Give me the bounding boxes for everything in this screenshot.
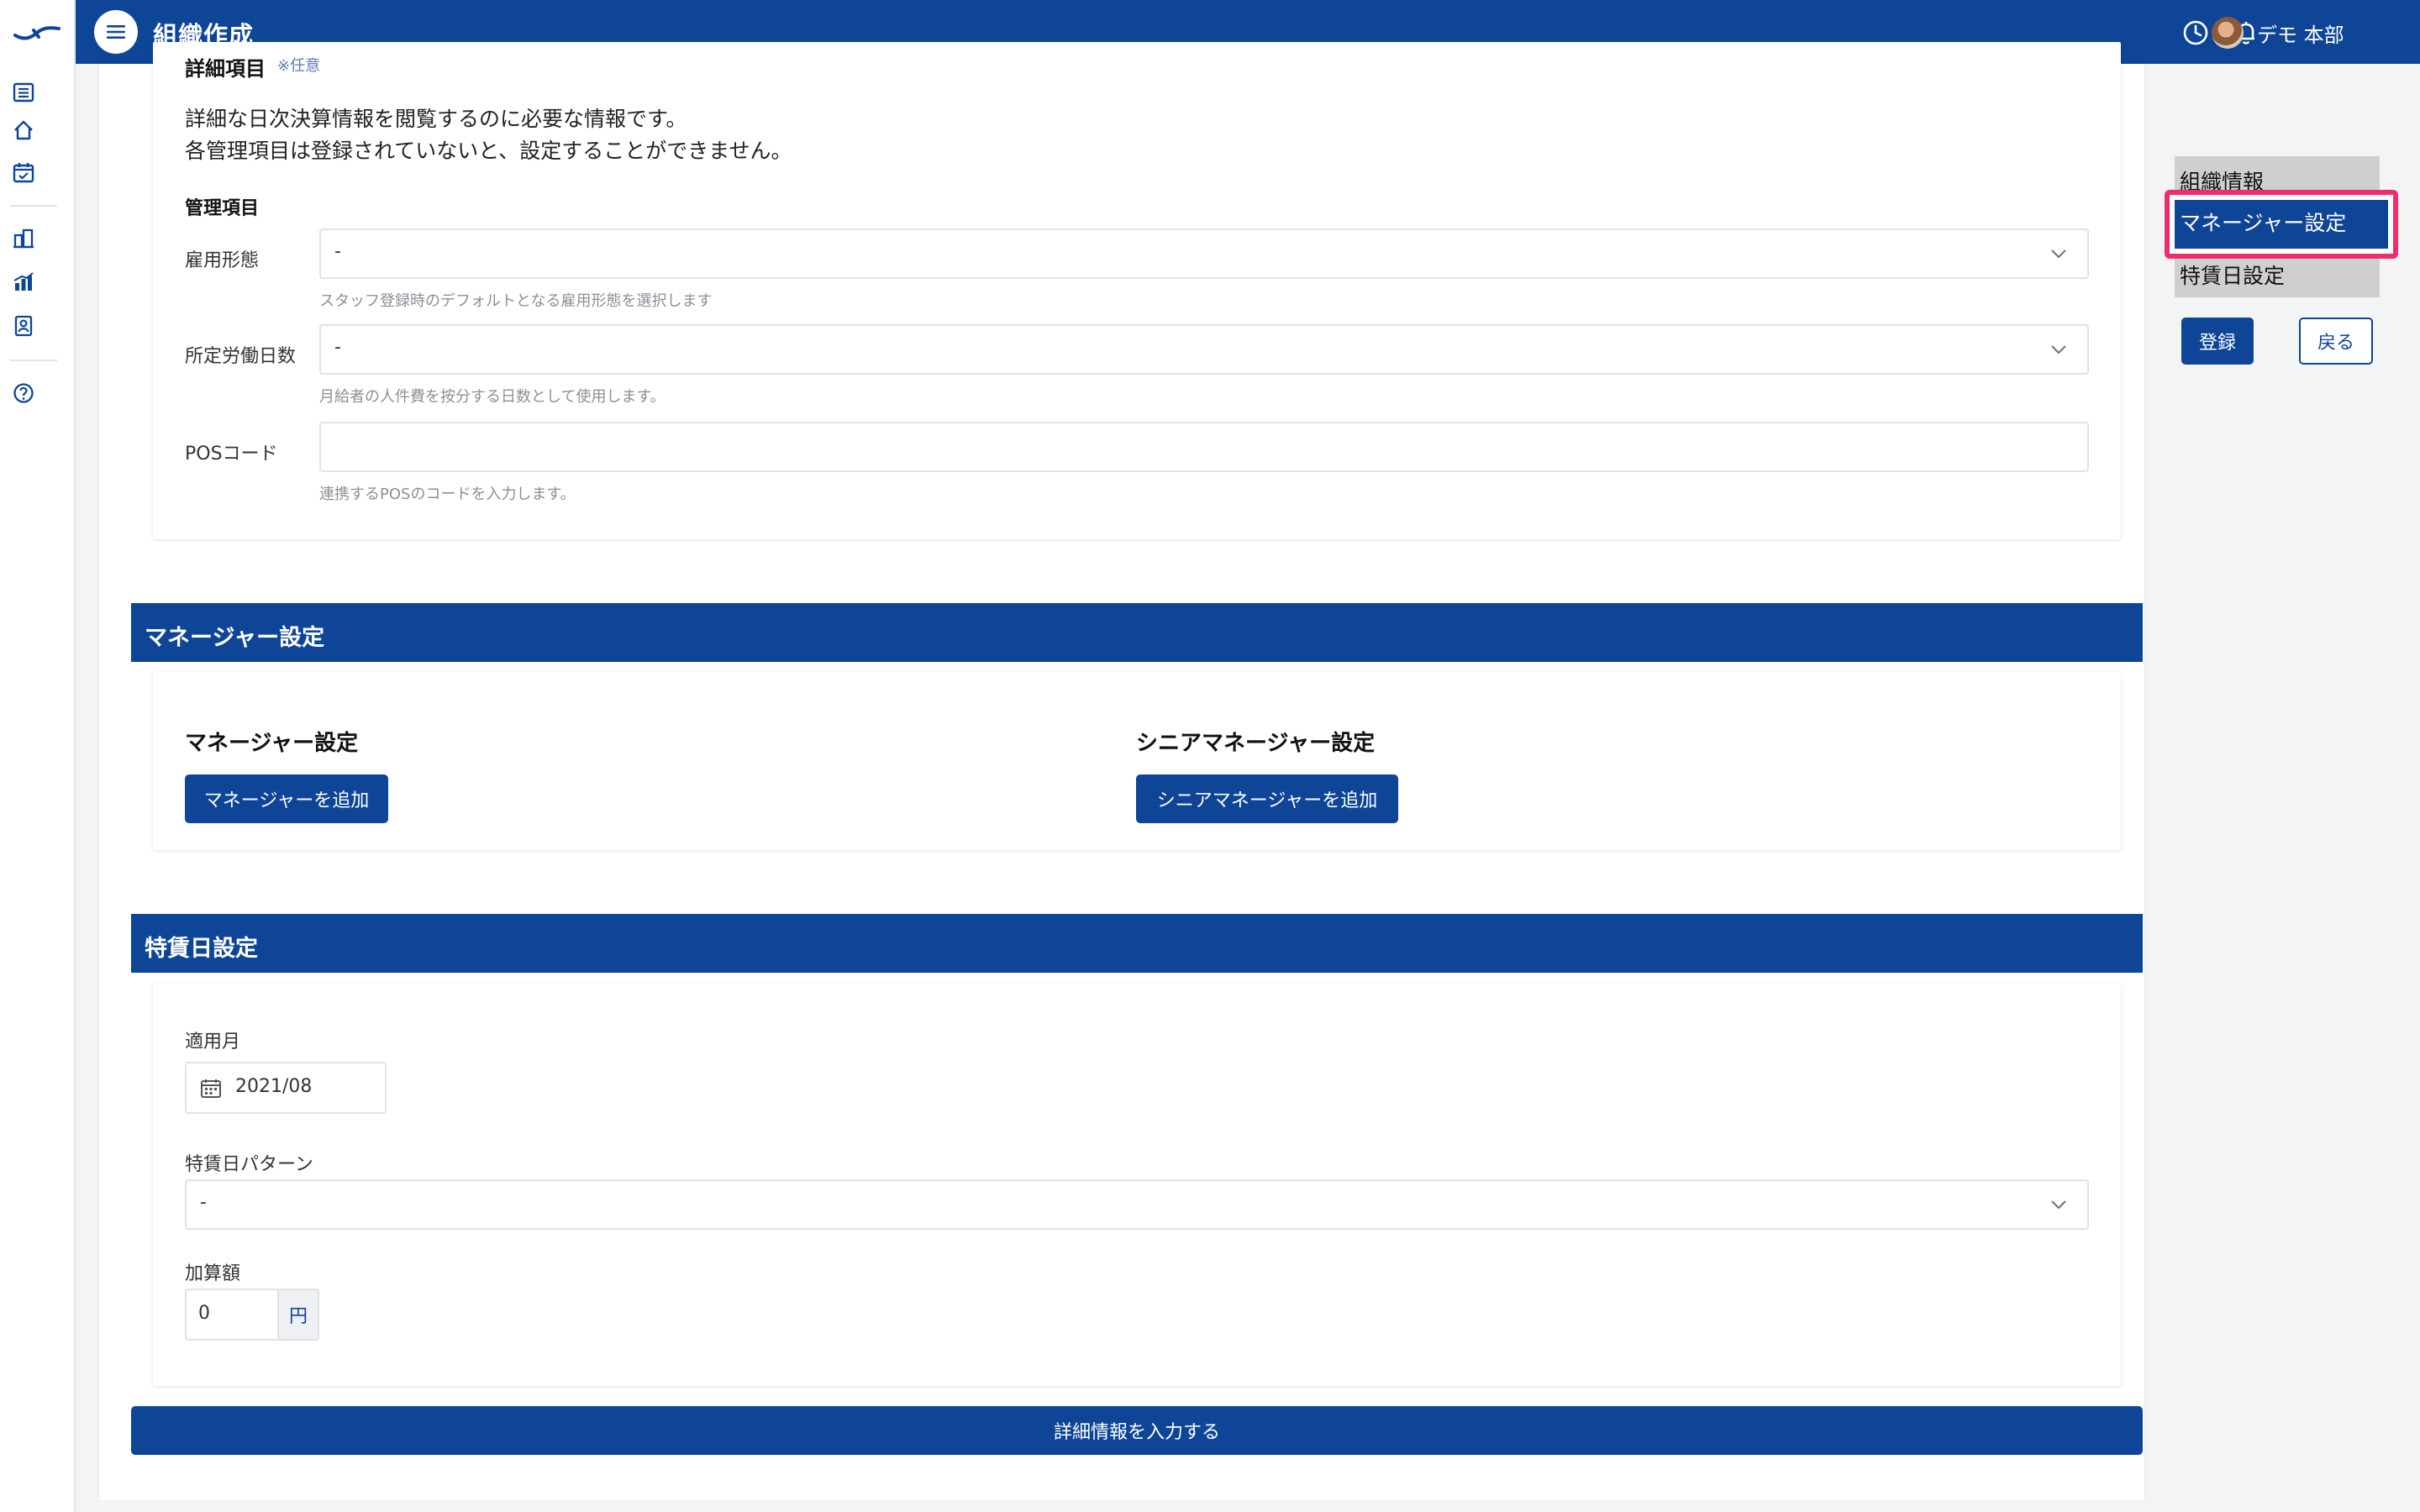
calendar-check-icon[interactable] xyxy=(12,161,35,185)
employment-type-select[interactable]: - xyxy=(319,228,2089,279)
detail-description-line2: 各管理項目は登録されていないと、設定することができません。 xyxy=(185,139,792,163)
yen-unit: 円 xyxy=(277,1289,319,1341)
special-wage-pattern-value: - xyxy=(200,1192,207,1213)
nav-manager-settings[interactable]: マネージャー設定 xyxy=(2175,200,2388,249)
back-button[interactable]: 戻る xyxy=(2299,318,2373,365)
home-icon[interactable] xyxy=(12,118,35,142)
employment-type-help: スタッフ登録時のデフォルトとなる雇用形態を選択します xyxy=(319,292,713,310)
header-occluder xyxy=(0,0,2420,64)
rail-divider xyxy=(10,205,57,207)
pos-code-help: 連携するPOSのコードを入力します。 xyxy=(319,486,576,503)
pos-code-input[interactable] xyxy=(319,422,2089,472)
apply-month-label: 適用月 xyxy=(185,1032,241,1053)
additional-amount-value: 0 xyxy=(198,1303,210,1324)
additional-amount-input[interactable]: 0 xyxy=(185,1289,279,1341)
add-manager-button[interactable]: マネージャーを追加 xyxy=(185,774,388,823)
list-icon[interactable] xyxy=(12,81,35,104)
special-wage-pattern-label: 特賃日パターン xyxy=(185,1154,313,1175)
manager-section-header: マネージャー設定 xyxy=(131,603,2143,662)
special-wage-pattern-select[interactable]: - xyxy=(185,1179,2089,1230)
add-senior-manager-button[interactable]: シニアマネージャーを追加 xyxy=(1136,774,1398,823)
chevron-down-icon xyxy=(2051,249,2066,259)
apply-month-input[interactable]: 2021/08 xyxy=(185,1062,387,1114)
rail-divider xyxy=(10,360,57,361)
enter-detail-button[interactable]: 詳細情報を入力する xyxy=(131,1406,2143,1455)
register-button[interactable]: 登録 xyxy=(2181,318,2254,365)
work-days-label: 所定労働日数 xyxy=(185,346,297,367)
bar-chart-icon[interactable] xyxy=(12,270,35,294)
apply-month-value: 2021/08 xyxy=(235,1076,313,1097)
employment-type-label: 雇用形態 xyxy=(185,250,260,271)
manager-card xyxy=(153,672,2121,850)
pos-code-label: POSコード xyxy=(185,444,278,465)
management-items-heading: 管理項目 xyxy=(185,198,260,219)
work-days-select[interactable]: - xyxy=(319,324,2089,375)
calendar-icon xyxy=(201,1079,221,1098)
manager-settings-title: マネージャー設定 xyxy=(185,731,359,756)
work-days-help: 月給者の人件費を按分する日数として使用します。 xyxy=(319,388,666,406)
senior-manager-settings-title: シニアマネージャー設定 xyxy=(1136,731,1376,756)
building-chart-icon[interactable] xyxy=(12,227,35,250)
id-badge-icon[interactable] xyxy=(12,314,35,338)
additional-amount-label: 加算額 xyxy=(185,1263,241,1284)
chevron-down-icon xyxy=(2051,345,2066,354)
special-wage-section-header: 特賃日設定 xyxy=(131,914,2143,973)
chevron-down-icon xyxy=(2051,1200,2066,1210)
detail-description-line1: 詳細な日次決算情報を閲覧するのに必要な情報です。 xyxy=(185,107,687,131)
work-days-value: - xyxy=(334,337,341,358)
nav-manager-settings-highlight: マネージャー設定 xyxy=(2165,190,2398,259)
employment-type-value: - xyxy=(334,241,341,262)
help-icon[interactable] xyxy=(12,381,35,405)
left-rail xyxy=(0,0,76,1512)
